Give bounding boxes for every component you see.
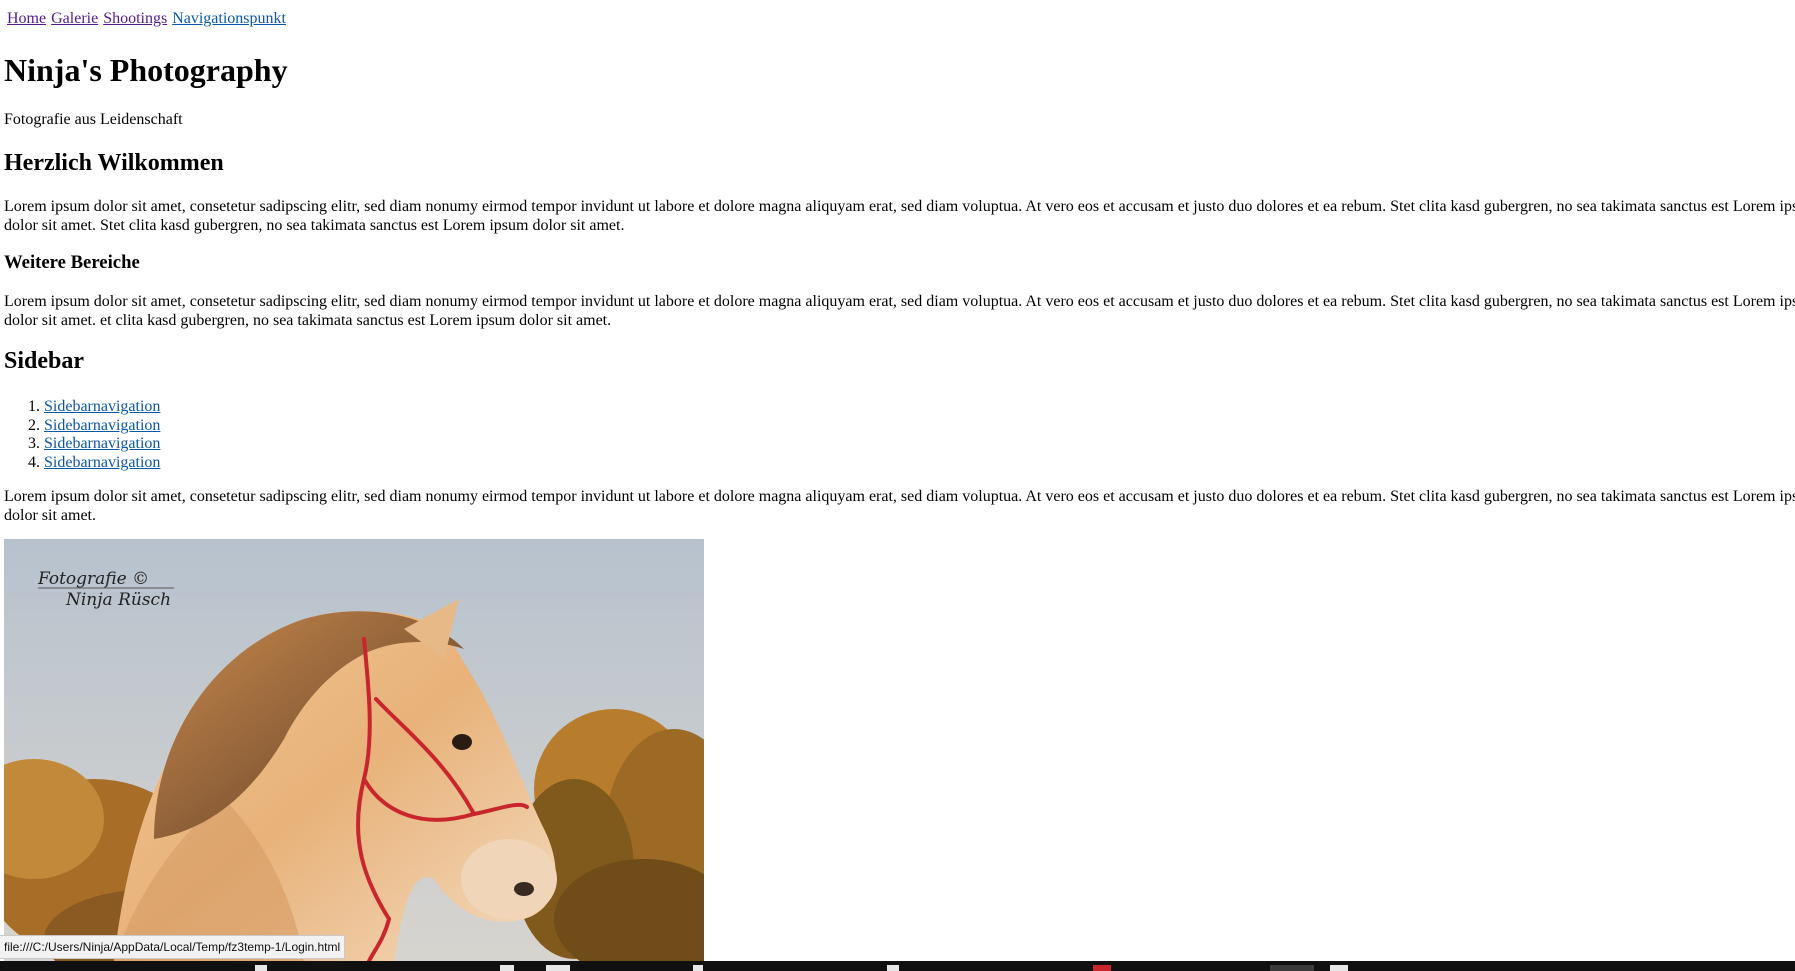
taskbar-icon[interactable] [1093,965,1111,971]
taskbar-icon[interactable] [1330,965,1348,971]
nav-link-navigationspunkt[interactable]: Navigationspunkt [172,10,286,27]
taskbar-icon[interactable] [693,965,703,971]
nav-link-home[interactable]: Home [7,10,46,27]
taskbar-icon-active[interactable] [1270,965,1314,971]
list-item: Sidebarnavigation [44,417,160,436]
sidebar-link-2[interactable]: Sidebarnavigation [44,417,160,434]
taskbar-icon[interactable] [887,965,899,971]
watermark-line-2: Ninja Rüsch [65,590,171,610]
sidebar-list: Sidebarnavigation Sidebarnavigation Side… [4,398,160,472]
sidebar-link-4[interactable]: Sidebarnavigation [44,454,160,471]
further-heading: Weitere Bereiche [4,252,140,273]
taskbar [0,961,1795,971]
site-title: Ninja's Photography [4,52,288,88]
taskbar-icon[interactable] [255,965,267,971]
list-item: Sidebarnavigation [44,454,160,473]
list-item: Sidebarnavigation [44,398,160,417]
welcome-paragraph: Lorem ipsum dolor sit amet, consetetur s… [4,198,1795,234]
taskbar-icon[interactable] [500,965,514,971]
list-item: Sidebarnavigation [44,435,160,454]
horse-photo: Fotografie © Ninja Rüsch [4,539,704,961]
sidebar-heading: Sidebar [4,348,85,374]
taskbar-icon[interactable] [546,965,570,971]
welcome-heading: Herzlich Wilkommen [4,150,224,176]
nav-link-galerie[interactable]: Galerie [51,10,98,27]
watermark-line-1: Fotografie © [37,569,149,589]
site-tagline: Fotografie aus Leidenschaft [4,111,183,128]
sidebar-link-1[interactable]: Sidebarnavigation [44,398,160,415]
status-bar-url: file:///C:/Users/Ninja/AppData/Local/Tem… [0,935,346,959]
further-paragraph: Lorem ipsum dolor sit amet, consetetur s… [4,293,1795,329]
sidebar-paragraph: Lorem ipsum dolor sit amet, consetetur s… [4,488,1795,524]
top-navigation: Home Galerie Shootings Navigationspunkt [7,10,287,28]
sidebar-link-3[interactable]: Sidebarnavigation [44,435,160,452]
nav-link-shootings[interactable]: Shootings [103,10,167,27]
